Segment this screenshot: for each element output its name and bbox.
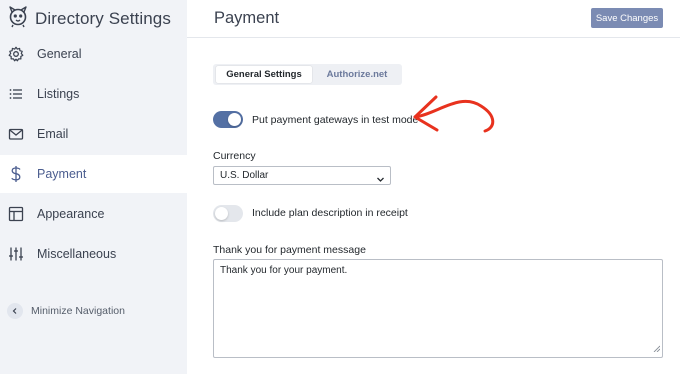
test-mode-label: Put payment gateways in test mode [252,114,419,126]
sidebar-item-label: Appearance [37,207,105,221]
envelope-icon [7,125,25,143]
layout-icon [7,205,25,223]
sliders-icon [7,245,25,263]
currency-label: Currency [213,150,256,162]
toggle-knob [228,113,241,126]
tab-authorize-net[interactable]: Authorize.net [317,66,397,83]
plan-description-toggle[interactable] [213,205,243,222]
sidebar-item-label: Email [37,127,69,141]
sidebar-item-listings[interactable]: Listings [0,75,187,113]
sidebar-item-payment[interactable]: Payment [0,155,187,193]
gear-icon [7,45,25,63]
list-icon [7,85,25,103]
currency-value: U.S. Dollar [220,170,269,181]
mascot-logo-icon [8,5,28,33]
thank-you-message-textarea[interactable]: Thank you for your payment. [213,259,663,358]
currency-select[interactable]: U.S. Dollar [213,166,391,185]
sidebar: Directory Settings General Listings Emai… [0,0,187,374]
sidebar-item-label: Listings [37,87,80,101]
sidebar-item-miscellaneous[interactable]: Miscellaneous [0,235,187,273]
sidebar-item-label: Payment [37,167,87,181]
plan-description-label: Include plan description in receipt [252,207,408,219]
save-changes-button[interactable]: Save Changes [591,8,663,28]
sidebar-item-email[interactable]: Email [0,115,187,153]
chevron-down-icon [376,171,385,189]
thank-you-message-text: Thank you for your payment. [220,265,348,276]
annotation-arrow-icon [413,95,495,133]
header-bar: Payment Save Changes [187,0,680,38]
minimize-navigation-label: Minimize Navigation [31,305,125,317]
brand: Directory Settings [8,5,171,33]
app-title: Directory Settings [35,9,171,28]
toggle-knob [215,207,228,220]
page-title: Payment [214,9,280,27]
minimize-navigation-button[interactable]: Minimize Navigation [7,300,125,322]
sidebar-item-appearance[interactable]: Appearance [0,195,187,233]
sidebar-item-general[interactable]: General [0,35,187,73]
test-mode-toggle[interactable] [213,111,243,128]
dollar-icon [7,165,25,183]
sidebar-item-label: General [37,47,82,61]
sidebar-item-label: Miscellaneous [37,247,117,261]
settings-tabs: General Settings Authorize.net [213,64,402,85]
tab-general-settings[interactable]: General Settings [216,66,312,83]
thank-you-message-label: Thank you for payment message [213,244,366,256]
resize-grip-icon[interactable] [653,344,661,355]
chevron-left-icon [7,303,23,319]
